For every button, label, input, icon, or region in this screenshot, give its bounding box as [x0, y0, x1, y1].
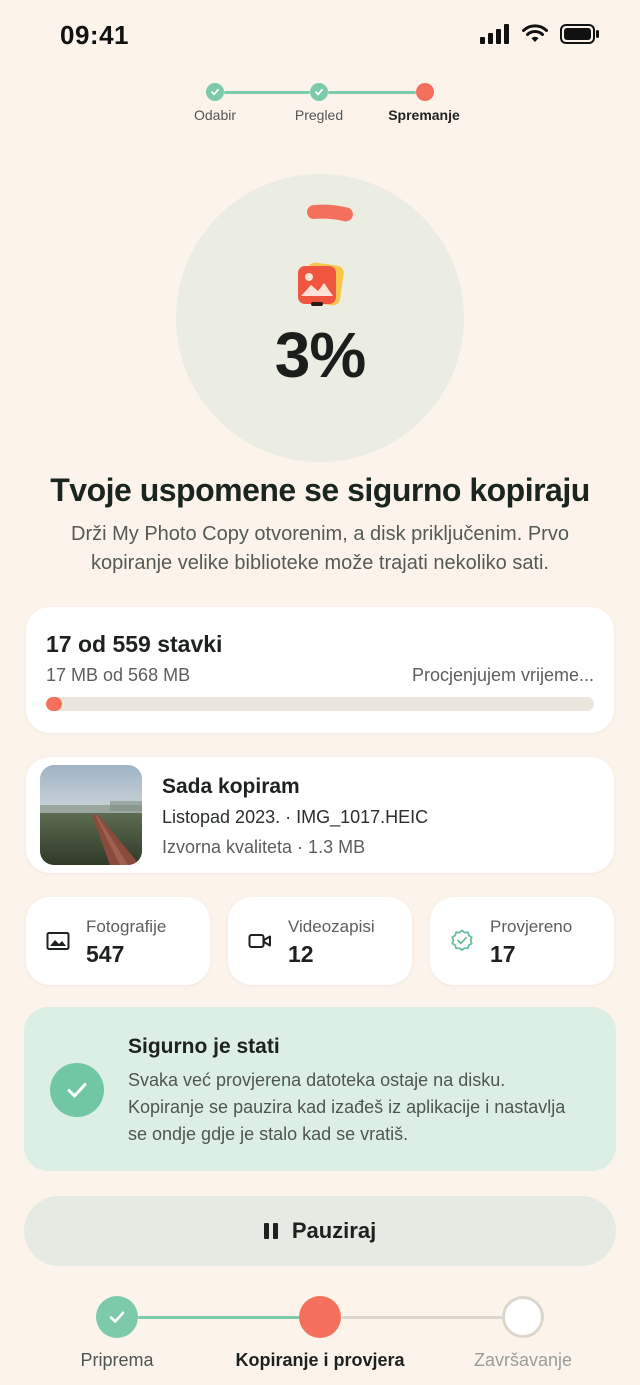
page-subtitle: Drži My Photo Copy otvorenim, a disk pri… [71, 523, 569, 574]
step-label-spremanje: Spremanje [388, 107, 460, 123]
signal-icon [480, 24, 509, 44]
step-odabir-check-icon [206, 83, 224, 101]
stat-photos-value: 547 [86, 941, 125, 967]
progress-ring: 3% [176, 174, 464, 462]
size-progress: 17 MB od 568 MB [46, 665, 191, 685]
stepper-connector [328, 91, 416, 94]
progress-card: 17 od 559 stavki 17 MB od 568 MB Procjen… [26, 607, 614, 733]
step-label-odabir: Odabir [193, 107, 237, 123]
items-count: 17 od 559 stavki [46, 631, 223, 657]
image-icon [46, 932, 70, 950]
photo-stack-icon [298, 262, 344, 306]
progress-percent: 3% [274, 319, 367, 391]
phase-label-kopiranje: Kopiranje i provjera [235, 1350, 405, 1370]
check-circle-icon [50, 1063, 104, 1117]
pause-icon [263, 1223, 278, 1239]
safe-notice-title: Sigurno je stati [128, 1035, 280, 1058]
top-stepper: Odabir Pregled Spremanje [0, 80, 640, 130]
stat-videos-label: Videozapisi [288, 917, 375, 936]
battery-icon [560, 24, 599, 44]
now-copying-card: Sada kopiram Listopad 2023. · IMG_1017.H… [26, 757, 614, 873]
status-icons [480, 24, 600, 44]
current-file-name: Listopad 2023. · IMG_1017.HEIC [162, 807, 429, 827]
step-spremanje-dot [416, 83, 434, 101]
phase-connector-pending [342, 1316, 504, 1319]
stepper-connector [224, 91, 310, 94]
stat-photos: Fotografije 547 [26, 897, 210, 985]
phase-connector-done [138, 1316, 300, 1319]
phase-kopiranje-dot [299, 1296, 341, 1338]
progress-ring-arc [307, 204, 353, 222]
stat-videos-value: 12 [288, 941, 314, 967]
progress-bar [46, 697, 594, 711]
phase-zavrsavanje-dot [502, 1296, 544, 1338]
safe-to-stop-notice: Sigurno je stati Svaka već provjerena da… [24, 1007, 616, 1171]
phase-label-priprema: Priprema [80, 1350, 154, 1370]
safe-notice-text: Svaka već provjerena datoteka ostaje na … [128, 1070, 566, 1144]
current-file-quality: Izvorna kvaliteta · 1.3 MB [162, 837, 366, 857]
photo-thumbnail [40, 765, 142, 865]
page-title: Tvoje uspomene se sigurno kopiraju [50, 472, 590, 508]
phase-stepper: Priprema Kopiranje i provjera Završavanj… [0, 1296, 640, 1376]
stat-verified-value: 17 [490, 941, 516, 967]
status-bar: 09:41 [0, 0, 640, 72]
phase-label-zavrsavanje: Završavanje [473, 1350, 573, 1370]
pause-button[interactable]: Pauziraj [24, 1196, 616, 1266]
progress-bar-fill [46, 697, 63, 711]
step-label-pregled: Pregled [294, 107, 344, 123]
pause-button-label: Pauziraj [291, 1218, 377, 1243]
stat-videos: Videozapisi 12 [228, 897, 412, 985]
time-estimate: Procjenjujem vrijeme... [411, 665, 594, 685]
wifi-icon [522, 24, 548, 42]
stat-verified-label: Provjereno [490, 917, 573, 936]
now-copying-title: Sada kopiram [162, 775, 300, 798]
status-time: 09:41 [60, 20, 129, 50]
stat-verified: Provjereno 17 [430, 897, 614, 985]
step-pregled-check-icon [310, 83, 328, 101]
stat-photos-label: Fotografije [86, 917, 167, 936]
phase-priprema-check-icon [96, 1296, 138, 1338]
video-icon [248, 934, 271, 948]
verified-badge-icon [451, 929, 473, 952]
